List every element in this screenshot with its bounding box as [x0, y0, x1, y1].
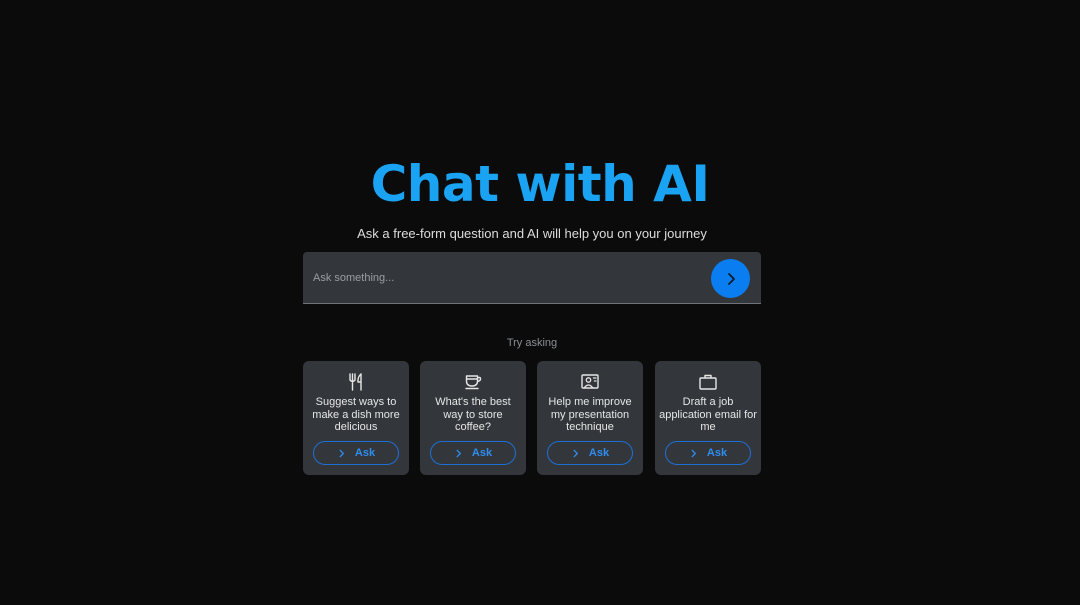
chevron-right-icon [573, 449, 578, 457]
coffee-cup-icon [465, 375, 482, 390]
ask-button-label: Ask [706, 447, 728, 459]
page-subtitle: Ask a free-form question and AI will hel… [357, 226, 707, 241]
suggestion-card: What's the best way to store coffee? Ask [420, 361, 526, 475]
chevron-right-icon [339, 449, 344, 457]
ask-button-label: Ask [588, 447, 610, 459]
ask-button[interactable]: Ask [547, 441, 633, 465]
send-button[interactable] [711, 259, 750, 298]
suggestion-text: Draft a job application email for me [659, 396, 757, 433]
ask-button[interactable]: Ask [313, 441, 399, 465]
search-box [303, 252, 761, 304]
suggestion-text: Help me improve my presentation techniqu… [548, 396, 632, 433]
search-input[interactable] [303, 252, 713, 303]
utensils-icon [349, 373, 362, 391]
chevron-right-icon [456, 449, 461, 457]
ask-button-label: Ask [354, 447, 376, 459]
suggestion-text: Suggest ways to make a dish more delicio… [312, 396, 400, 433]
ask-button-label: Ask [471, 447, 493, 459]
try-asking-label: Try asking [506, 337, 558, 349]
suggestion-card: Help me improve my presentation techniqu… [537, 361, 643, 475]
page-title: Chat with AI [370, 155, 710, 213]
ask-button[interactable]: Ask [430, 441, 516, 465]
ask-button[interactable]: Ask [665, 441, 751, 465]
briefcase-icon [699, 374, 717, 390]
chat-landing-page: Chat with AI Ask a free-form question an… [0, 0, 1080, 605]
chevron-right-icon [727, 272, 735, 285]
presentation-icon [581, 374, 599, 389]
chevron-right-icon [691, 449, 696, 457]
suggestion-card: Draft a job application email for me Ask [655, 361, 761, 475]
suggestion-cards: Suggest ways to make a dish more delicio… [303, 361, 761, 475]
suggestion-card: Suggest ways to make a dish more delicio… [303, 361, 409, 475]
suggestion-text: What's the best way to store coffee? [435, 396, 511, 433]
